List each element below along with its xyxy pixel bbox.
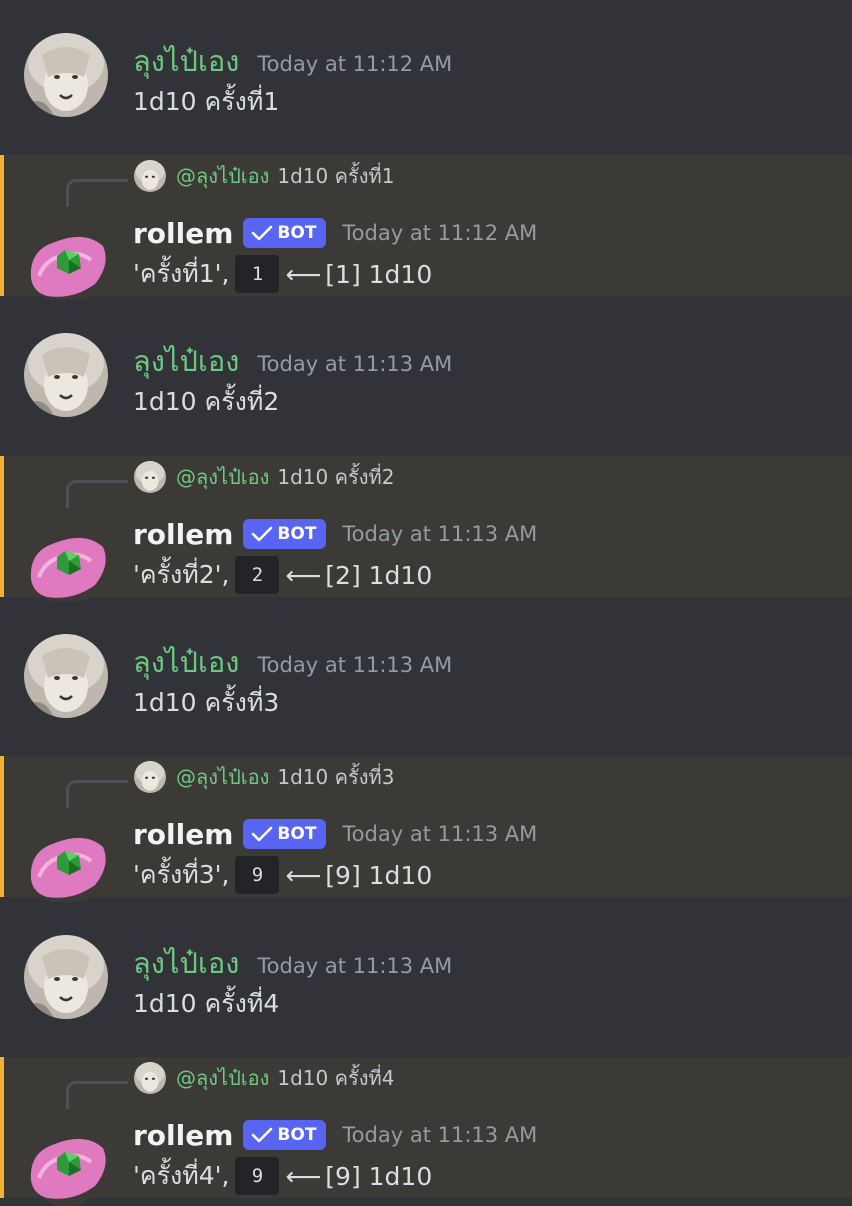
left-arrow-icon: ⟵: [285, 259, 322, 289]
reply-preview[interactable]: @ลุงไป๋เอง 1d10 ครั้งที่4: [134, 1061, 394, 1095]
roll-label: 'ครั้งที่1',: [133, 259, 230, 288]
bot-reply-message[interactable]: @ลุงไป๋เอง 1d10 ครั้งที่4 rollem BOT Tod…: [0, 1057, 852, 1206]
message-header: ลุงไป๋เอง Today at 11:12 AM: [133, 38, 452, 78]
white-lion-avatar-small: [134, 461, 166, 493]
user-message[interactable]: ลุงไป๋เอง Today at 11:12 AM 1d10 ครั้งที…: [0, 0, 852, 150]
reply-preview[interactable]: @ลุงไป๋เอง 1d10 ครั้งที่2: [134, 460, 394, 494]
bot-username[interactable]: rollem: [133, 518, 233, 551]
left-arrow-icon: ⟵: [285, 1161, 322, 1191]
roll-result: 'ครั้งที่2', 2 ⟵ [2] 1d10: [133, 556, 432, 594]
bot-badge-label: BOT: [277, 1125, 317, 1145]
reply-text: 1d10 ครั้งที่1: [277, 164, 395, 188]
left-arrow-icon: ⟵: [285, 860, 322, 890]
message-header: ลุงไป๋เอง Today at 11:13 AM: [133, 940, 452, 980]
username[interactable]: ลุงไป๋เอง: [133, 38, 239, 84]
white-lion-avatar[interactable]: [24, 333, 108, 417]
user-message[interactable]: ลุงไป๋เอง Today at 11:13 AM 1d10 ครั้งที…: [0, 601, 852, 751]
bot-username[interactable]: rollem: [133, 818, 233, 851]
user-message[interactable]: ลุงไป๋เอง Today at 11:13 AM 1d10 ครั้งที…: [0, 300, 852, 450]
roll-detail: [2] 1d10: [325, 560, 433, 590]
reply-text: 1d10 ครั้งที่2: [277, 465, 395, 489]
bot-badge-label: BOT: [277, 223, 317, 243]
message-header: ลุงไป๋เอง Today at 11:13 AM: [133, 338, 452, 378]
bot-message-header: rollem BOT Today at 11:13 AM: [133, 814, 537, 854]
bot-reply-message[interactable]: @ลุงไป๋เอง 1d10 ครั้งที่2 rollem BOT Tod…: [0, 456, 852, 605]
reply-text: 1d10 ครั้งที่4: [277, 1066, 395, 1090]
pink-fur-dice-avatar[interactable]: [25, 821, 109, 905]
white-lion-avatar[interactable]: [24, 935, 108, 1019]
reply-preview[interactable]: @ลุงไป๋เอง 1d10 ครั้งที่3: [134, 760, 394, 794]
bot-message-header: rollem BOT Today at 11:13 AM: [133, 514, 537, 554]
checkmark-icon: [251, 525, 273, 543]
message-content: 1d10 ครั้งที่2: [133, 387, 280, 416]
roll-label: 'ครั้งที่4',: [133, 1161, 230, 1190]
bot-badge: BOT: [243, 218, 327, 248]
checkmark-icon: [251, 224, 273, 242]
roll-detail: [9] 1d10: [325, 1161, 433, 1191]
timestamp: Today at 11:13 AM: [257, 954, 453, 978]
left-arrow-icon: ⟵: [285, 560, 322, 590]
reply-text: 1d10 ครั้งที่3: [277, 765, 395, 789]
timestamp: Today at 11:13 AM: [342, 522, 538, 546]
reply-connector: [66, 780, 128, 808]
bot-username[interactable]: rollem: [133, 217, 233, 250]
username[interactable]: ลุงไป๋เอง: [133, 338, 239, 384]
bot-badge-label: BOT: [277, 524, 317, 544]
timestamp: Today at 11:13 AM: [342, 822, 538, 846]
roll-label: 'ครั้งที่2',: [133, 560, 230, 589]
bot-reply-message[interactable]: @ลุงไป๋เอง 1d10 ครั้งที่1 rollem BOT Tod…: [0, 155, 852, 304]
pink-fur-dice-avatar[interactable]: [25, 220, 109, 304]
roll-result: 'ครั้งที่4', 9 ⟵ [9] 1d10: [133, 1157, 432, 1195]
white-lion-avatar-small: [134, 160, 166, 192]
white-lion-avatar[interactable]: [24, 33, 108, 117]
white-lion-avatar-small: [134, 761, 166, 793]
message-content: 1d10 ครั้งที่1: [133, 87, 280, 116]
timestamp: Today at 11:13 AM: [257, 352, 453, 376]
roll-value-chip: 9: [235, 1157, 280, 1195]
roll-result: 'ครั้งที่3', 9 ⟵ [9] 1d10: [133, 856, 432, 894]
timestamp: Today at 11:13 AM: [257, 653, 453, 677]
reply-connector: [66, 480, 128, 508]
user-message[interactable]: ลุงไป๋เอง Today at 11:13 AM 1d10 ครั้งที…: [0, 902, 852, 1052]
reply-mention[interactable]: @ลุงไป๋เอง: [176, 160, 269, 192]
checkmark-icon: [251, 1126, 273, 1144]
roll-detail: [9] 1d10: [325, 860, 433, 890]
timestamp: Today at 11:12 AM: [257, 52, 453, 76]
white-lion-avatar-small: [134, 1062, 166, 1094]
bot-username[interactable]: rollem: [133, 1119, 233, 1152]
username[interactable]: ลุงไป๋เอง: [133, 639, 239, 685]
bot-badge-label: BOT: [277, 824, 317, 844]
timestamp: Today at 11:12 AM: [342, 221, 538, 245]
chat-log: ลุงไป๋เอง Today at 11:12 AM 1d10 ครั้งที…: [0, 0, 852, 1206]
bot-message-header: rollem BOT Today at 11:12 AM: [133, 213, 537, 253]
white-lion-avatar[interactable]: [24, 634, 108, 718]
roll-value-chip: 9: [235, 856, 280, 894]
bot-badge: BOT: [243, 819, 327, 849]
bot-badge: BOT: [243, 519, 327, 549]
reply-mention[interactable]: @ลุงไป๋เอง: [176, 461, 269, 493]
reply-mention[interactable]: @ลุงไป๋เอง: [176, 761, 269, 793]
checkmark-icon: [251, 825, 273, 843]
bot-reply-message[interactable]: @ลุงไป๋เอง 1d10 ครั้งที่3 rollem BOT Tod…: [0, 756, 852, 905]
reply-connector: [66, 1081, 128, 1109]
reply-connector: [66, 179, 128, 207]
roll-value-chip: 1: [235, 255, 280, 293]
message-header: ลุงไป๋เอง Today at 11:13 AM: [133, 639, 452, 679]
timestamp: Today at 11:13 AM: [342, 1123, 538, 1147]
pink-fur-dice-avatar[interactable]: [25, 521, 109, 605]
message-content: 1d10 ครั้งที่4: [133, 989, 280, 1018]
bot-message-header: rollem BOT Today at 11:13 AM: [133, 1115, 537, 1155]
roll-label: 'ครั้งที่3',: [133, 860, 230, 889]
username[interactable]: ลุงไป๋เอง: [133, 940, 239, 986]
reply-mention[interactable]: @ลุงไป๋เอง: [176, 1062, 269, 1094]
reply-preview[interactable]: @ลุงไป๋เอง 1d10 ครั้งที่1: [134, 159, 394, 193]
pink-fur-dice-avatar[interactable]: [25, 1122, 109, 1206]
roll-detail: [1] 1d10: [325, 259, 433, 289]
bot-badge: BOT: [243, 1120, 327, 1150]
roll-value-chip: 2: [235, 556, 280, 594]
roll-result: 'ครั้งที่1', 1 ⟵ [1] 1d10: [133, 255, 432, 293]
message-content: 1d10 ครั้งที่3: [133, 688, 280, 717]
